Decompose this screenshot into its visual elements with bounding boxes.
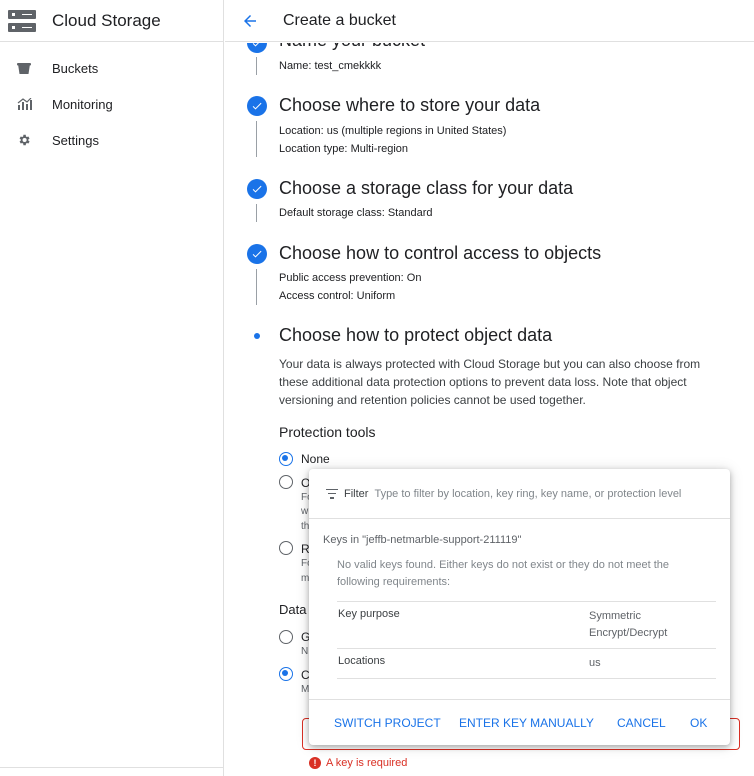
step-connector [256, 121, 257, 157]
sidebar-item-monitoring[interactable]: Monitoring [0, 86, 223, 122]
requirement-key: Key purpose [338, 608, 400, 620]
key-filter[interactable]: Filter Type to filter by location, key r… [309, 469, 730, 519]
key-select-dropdown: Filter Type to filter by location, key r… [309, 469, 730, 745]
back-arrow-icon[interactable] [241, 11, 261, 31]
access-control-summary: Access control: Uniform [279, 290, 396, 302]
filter-icon [325, 488, 339, 499]
requirement-value: us [589, 657, 601, 669]
chart-icon [16, 96, 32, 112]
ok-button[interactable]: OK [690, 716, 707, 730]
sidebar-header: Cloud Storage [0, 0, 223, 42]
step-connector [256, 269, 257, 305]
step-title-location[interactable]: Choose where to store your data [279, 95, 540, 116]
step-title-name[interactable]: Name your bucket [279, 43, 425, 51]
data-encryption-heading: Data [279, 602, 307, 617]
location-type-summary: Location type: Multi-region [279, 143, 409, 155]
sidebar-item-settings[interactable]: Settings [0, 122, 223, 158]
step-title-protect[interactable]: Choose how to protect object data [279, 325, 552, 346]
switch-project-button[interactable]: SWITCH PROJECT [334, 716, 441, 730]
keys-heading: Keys in "jeffb-netmarble-support-211119" [323, 534, 522, 546]
gear-icon [16, 132, 32, 148]
protection-tools-heading: Protection tools [279, 424, 376, 440]
step-complete-check-icon [247, 96, 267, 116]
page-header: Create a bucket [225, 0, 754, 42]
requirement-key: Locations [338, 655, 386, 667]
sidebar-item-label: Monitoring [52, 96, 113, 112]
encryption-google-managed-desc: N [301, 646, 309, 657]
page-title: Create a bucket [283, 11, 396, 29]
step-complete-check-icon [247, 244, 267, 264]
product-title: Cloud Storage [52, 10, 161, 30]
enter-key-manually-button[interactable]: ENTER KEY MANUALLY [459, 716, 594, 730]
table-row: Key purpose Symmetric Encrypt/Decrypt [337, 602, 716, 649]
key-required-error: ! A key is required [309, 757, 407, 769]
sidebar-item-label: Buckets [52, 60, 99, 76]
sidebar-divider [0, 767, 223, 768]
sidebar-item-buckets[interactable]: Buckets [0, 50, 223, 86]
bucket-icon [16, 60, 32, 76]
protection-none-label: None [301, 452, 330, 466]
location-summary: Location: us (multiple regions in United… [279, 125, 507, 137]
error-icon: ! [309, 757, 321, 769]
encryption-customer-managed-radio[interactable] [279, 667, 293, 681]
protection-retention-radio[interactable] [279, 541, 293, 555]
active-step-dot-icon [254, 333, 260, 339]
requirement-value: Symmetric Encrypt/Decrypt [589, 610, 668, 639]
public-access-summary: Public access prevention: On [279, 272, 422, 284]
cloud-storage-logo-icon [8, 9, 36, 32]
step-complete-check-icon [247, 179, 267, 199]
protection-versioning-radio[interactable] [279, 475, 293, 489]
cancel-button[interactable]: CANCEL [617, 716, 666, 730]
step-connector [256, 204, 257, 222]
popup-actions: SWITCH PROJECT ENTER KEY MANUALLY CANCEL… [309, 699, 730, 745]
step-title-access[interactable]: Choose how to control access to objects [279, 243, 601, 264]
step-complete-check-icon [247, 43, 267, 53]
sidebar: Cloud Storage Buckets Monitoring Setting… [0, 0, 224, 776]
protection-versioning-desc: w [301, 506, 309, 517]
no-keys-message: No valid keys found. Either keys do not … [337, 559, 670, 588]
encryption-google-managed-radio[interactable] [279, 630, 293, 644]
error-text: A key is required [326, 757, 408, 769]
step-connector [256, 57, 257, 75]
protect-description: Your data is always protected with Cloud… [279, 357, 701, 407]
filter-input[interactable]: Type to filter by location, key ring, ke… [374, 488, 681, 500]
bucket-name-summary: Name: test_cmekkkk [279, 60, 382, 72]
filter-label: Filter [344, 487, 369, 500]
table-row: Locations us [337, 649, 716, 679]
protection-none-radio[interactable] [279, 452, 293, 466]
step-title-storage-class[interactable]: Choose a storage class for your data [279, 178, 573, 199]
storage-class-summary: Default storage class: Standard [279, 207, 433, 219]
sidebar-item-label: Settings [52, 132, 99, 148]
requirements-table: Key purpose Symmetric Encrypt/Decrypt Lo… [337, 601, 716, 679]
